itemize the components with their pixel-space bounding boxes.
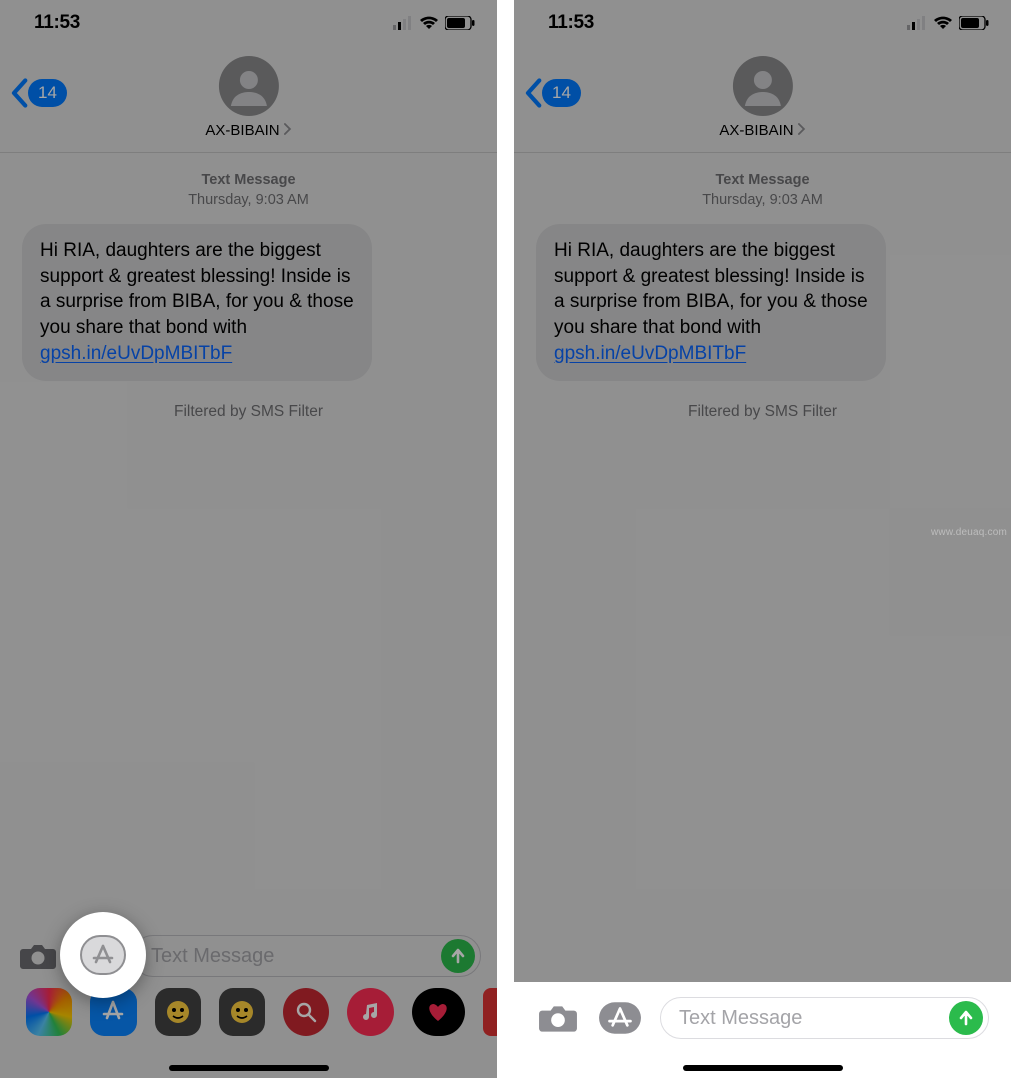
- battery-icon: [959, 16, 989, 30]
- message-thread: Text Message Thursday, 9:03 AM Hi RIA, d…: [514, 153, 1011, 421]
- camera-button[interactable]: [16, 936, 60, 976]
- music-note-icon: [359, 1001, 381, 1023]
- heart-icon: [424, 1000, 452, 1024]
- status-indicators: [907, 16, 989, 30]
- memoji-face-icon: [163, 997, 193, 1027]
- message-input[interactable]: Text Message: [660, 997, 989, 1039]
- avatar: [733, 56, 793, 116]
- timestamp: Text Message Thursday, 9:03 AM: [514, 171, 1011, 210]
- back-button[interactable]: 14: [10, 78, 67, 108]
- activity-app-icon[interactable]: [412, 988, 466, 1036]
- filtered-label: Filtered by SMS Filter: [0, 403, 497, 421]
- app-strip[interactable]: [0, 988, 497, 1036]
- incoming-message-bubble[interactable]: Hi RIA, daughters are the biggest suppor…: [536, 224, 886, 381]
- send-button[interactable]: [949, 1001, 983, 1035]
- camera-button[interactable]: [536, 998, 580, 1038]
- message-input[interactable]: Text Message: [132, 935, 481, 977]
- camera-icon: [19, 941, 57, 971]
- contact-name: AX-BIBAIN: [205, 122, 279, 139]
- memoji-app-icon[interactable]: [155, 988, 201, 1036]
- home-indicator[interactable]: [169, 1065, 329, 1071]
- screenshot-left: 11:53 14 AX-BIBAIN: [0, 0, 497, 1078]
- wifi-icon: [419, 16, 439, 30]
- back-button[interactable]: 14: [524, 78, 581, 108]
- contact-name: AX-BIBAIN: [719, 122, 793, 139]
- conversation-header: 14 AX-BIBAIN: [0, 46, 497, 153]
- app-store-icon: [598, 1001, 642, 1035]
- contact-name-row[interactable]: AX-BIBAIN: [205, 122, 291, 139]
- home-indicator[interactable]: [683, 1065, 843, 1071]
- arrow-up-icon: [957, 1009, 975, 1027]
- pane-separator: [497, 0, 514, 1078]
- chevron-left-icon: [10, 78, 28, 108]
- more-apps-edge[interactable]: [483, 988, 496, 1036]
- timestamp-date: Thursday, 9:03 AM: [188, 192, 309, 208]
- person-icon: [741, 64, 785, 108]
- message-text: Hi RIA, daughters are the biggest suppor…: [40, 240, 354, 338]
- wifi-icon: [933, 16, 953, 30]
- app-drawer-button-highlighted[interactable]: [80, 935, 126, 975]
- search-app-icon[interactable]: [283, 988, 329, 1036]
- chevron-right-icon: [284, 122, 292, 139]
- memoji2-face-icon: [227, 997, 257, 1027]
- camera-icon: [538, 1002, 578, 1034]
- message-placeholder: Text Message: [679, 1007, 802, 1030]
- app-store-glyph-icon: [99, 998, 127, 1026]
- incoming-message-bubble[interactable]: Hi RIA, daughters are the biggest suppor…: [22, 224, 372, 381]
- status-indicators: [393, 16, 475, 30]
- status-time: 11:53: [34, 12, 80, 34]
- music-app-icon[interactable]: [347, 988, 393, 1036]
- chevron-left-icon: [524, 78, 542, 108]
- composer-row: Text Message: [514, 992, 1011, 1044]
- unread-badge: 14: [28, 79, 67, 107]
- magnifier-icon: [294, 1000, 318, 1024]
- photos-app-icon[interactable]: [26, 988, 72, 1036]
- message-link[interactable]: gpsh.in/eUvDpMBITbF: [40, 343, 232, 364]
- timestamp-date: Thursday, 9:03 AM: [702, 192, 823, 208]
- status-time: 11:53: [548, 12, 594, 34]
- battery-icon: [445, 16, 475, 30]
- conversation-header: 14 AX-BIBAIN: [514, 46, 1011, 153]
- message-thread: Text Message Thursday, 9:03 AM Hi RIA, d…: [0, 153, 497, 421]
- send-button[interactable]: [441, 939, 475, 973]
- app-drawer-button[interactable]: [598, 998, 642, 1038]
- memoji2-app-icon[interactable]: [219, 988, 265, 1036]
- arrow-up-icon: [449, 947, 467, 965]
- contact-name-row[interactable]: AX-BIBAIN: [719, 122, 805, 139]
- screenshot-right: 11:53 14 AX-BIBAIN: [514, 0, 1011, 1078]
- app-drawer-highlight: [60, 912, 146, 998]
- timestamp-type: Text Message: [201, 172, 295, 188]
- status-bar: 11:53: [514, 0, 1011, 46]
- status-bar: 11:53: [0, 0, 497, 46]
- timestamp-type: Text Message: [715, 172, 809, 188]
- cellular-icon: [393, 16, 413, 30]
- app-store-icon: [89, 943, 117, 967]
- contact-header[interactable]: AX-BIBAIN: [719, 56, 805, 139]
- cellular-icon: [907, 16, 927, 30]
- timestamp: Text Message Thursday, 9:03 AM: [0, 171, 497, 210]
- watermark: www.deuaq.com: [931, 527, 1007, 538]
- message-placeholder: Text Message: [151, 945, 274, 968]
- filtered-label: Filtered by SMS Filter: [514, 403, 1011, 421]
- composer-area: Text Message: [514, 982, 1011, 1078]
- avatar: [219, 56, 279, 116]
- chevron-right-icon: [798, 122, 806, 139]
- person-icon: [227, 64, 271, 108]
- unread-badge: 14: [542, 79, 581, 107]
- contact-header[interactable]: AX-BIBAIN: [205, 56, 291, 139]
- message-text: Hi RIA, daughters are the biggest suppor…: [554, 240, 868, 338]
- message-link[interactable]: gpsh.in/eUvDpMBITbF: [554, 343, 746, 364]
